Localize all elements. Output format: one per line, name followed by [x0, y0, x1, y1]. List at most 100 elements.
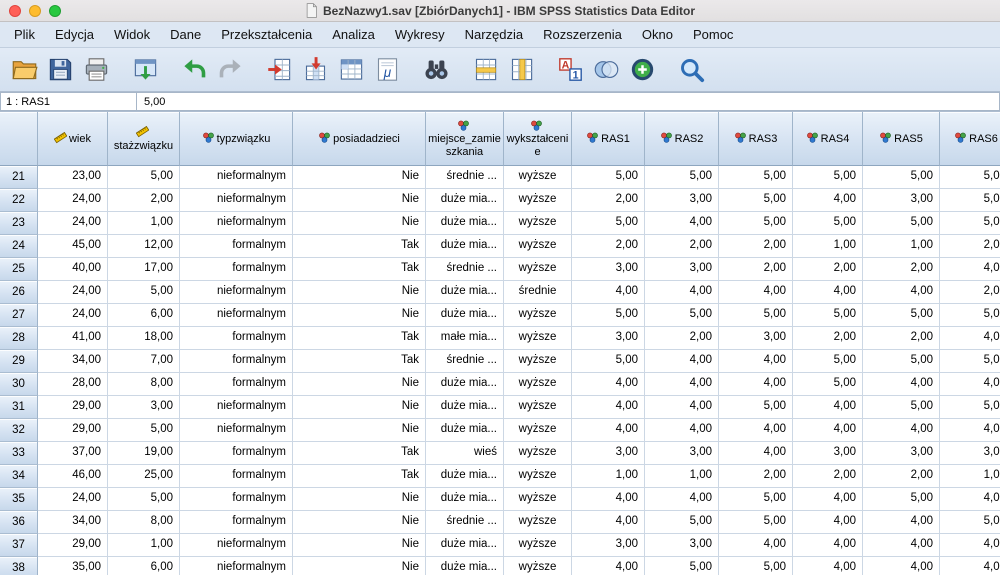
save-button[interactable]	[42, 52, 78, 88]
cell-ras2[interactable]: 4,00	[645, 212, 719, 235]
cell-ras2[interactable]: 4,00	[645, 396, 719, 419]
cell-ras6[interactable]: 4,00	[940, 534, 1000, 557]
row-number[interactable]: 22	[0, 189, 38, 212]
cell-ras4[interactable]: 1,00	[793, 235, 863, 258]
menu-przeksztacenia[interactable]: Przekształcenia	[211, 22, 322, 47]
menu-wykresy[interactable]: Wykresy	[385, 22, 455, 47]
column-header-miejsce_zamieszkania[interactable]: miejsce_zamieszkania	[426, 112, 504, 166]
cell-ras3[interactable]: 5,00	[719, 557, 793, 575]
menu-widok[interactable]: Widok	[104, 22, 160, 47]
cell-ras6[interactable]: 1,00	[940, 465, 1000, 488]
insert-cases-button[interactable]	[467, 52, 503, 88]
cell-typzwiazku[interactable]: formalnym	[180, 373, 293, 396]
cell-stazzwiazku[interactable]: 5,00	[108, 419, 180, 442]
menu-narzedzia[interactable]: Narzędzia	[455, 22, 534, 47]
cell-stazzwiazku[interactable]: 5,00	[108, 166, 180, 189]
cell-ras3[interactable]: 5,00	[719, 488, 793, 511]
row-number[interactable]: 31	[0, 396, 38, 419]
column-header-ras1[interactable]: RAS1	[572, 112, 645, 166]
cell-miejsce_zamieszkania[interactable]: duże mia...	[426, 235, 504, 258]
cell-ras4[interactable]: 4,00	[793, 511, 863, 534]
cell-typzwiazku[interactable]: formalnym	[180, 235, 293, 258]
cell-ras6[interactable]: 3,00	[940, 442, 1000, 465]
maximize-button[interactable]	[49, 4, 61, 17]
cell-posiadadzieci[interactable]: Tak	[293, 465, 426, 488]
cell-ras1[interactable]: 4,00	[572, 557, 645, 575]
cell-ras1[interactable]: 2,00	[572, 235, 645, 258]
row-number[interactable]: 30	[0, 373, 38, 396]
cell-ras1[interactable]: 1,00	[572, 465, 645, 488]
cell-ras2[interactable]: 3,00	[645, 189, 719, 212]
cell-wiek[interactable]: 24,00	[38, 281, 108, 304]
cell-wyksztalcenie[interactable]: wyższe	[504, 419, 572, 442]
cell-ras6[interactable]: 5,00	[940, 166, 1000, 189]
cell-typzwiazku[interactable]: nieformalnym	[180, 396, 293, 419]
cell-ras1[interactable]: 3,00	[572, 534, 645, 557]
cell-ras6[interactable]: 5,00	[940, 212, 1000, 235]
cell-miejsce_zamieszkania[interactable]: duże mia...	[426, 189, 504, 212]
row-number[interactable]: 35	[0, 488, 38, 511]
cell-ras5[interactable]: 2,00	[863, 465, 940, 488]
cell-typzwiazku[interactable]: formalnym	[180, 442, 293, 465]
cell-ras1[interactable]: 4,00	[572, 396, 645, 419]
cell-ras6[interactable]: 4,00	[940, 419, 1000, 442]
cell-ras3[interactable]: 3,00	[719, 327, 793, 350]
cell-ras1[interactable]: 3,00	[572, 327, 645, 350]
cell-ras5[interactable]: 4,00	[863, 419, 940, 442]
close-button[interactable]	[9, 4, 21, 17]
cell-typzwiazku[interactable]: nieformalnym	[180, 281, 293, 304]
cell-ras3[interactable]: 4,00	[719, 373, 793, 396]
cell-ras6[interactable]: 4,00	[940, 557, 1000, 575]
cell-ras1[interactable]: 4,00	[572, 281, 645, 304]
cell-typzwiazku[interactable]: formalnym	[180, 465, 293, 488]
column-header-ras5[interactable]: RAS5	[863, 112, 940, 166]
cell-stazzwiazku[interactable]: 8,00	[108, 511, 180, 534]
cell-ras6[interactable]: 4,00	[940, 488, 1000, 511]
column-header-posiadadzieci[interactable]: posiadadzieci	[293, 112, 426, 166]
column-header-typzwiazku[interactable]: typzwiązku	[180, 112, 293, 166]
cell-stazzwiazku[interactable]: 17,00	[108, 258, 180, 281]
cell-ras4[interactable]: 4,00	[793, 557, 863, 575]
cell-wiek[interactable]: 34,00	[38, 511, 108, 534]
column-header-ras3[interactable]: RAS3	[719, 112, 793, 166]
cell-ras6[interactable]: 5,00	[940, 350, 1000, 373]
cell-ras3[interactable]: 4,00	[719, 442, 793, 465]
cell-wyksztalcenie[interactable]: wyższe	[504, 350, 572, 373]
cell-wiek[interactable]: 29,00	[38, 396, 108, 419]
cell-posiadadzieci[interactable]: Tak	[293, 442, 426, 465]
cell-ras5[interactable]: 2,00	[863, 327, 940, 350]
cell-posiadadzieci[interactable]: Nie	[293, 396, 426, 419]
cell-typzwiazku[interactable]: nieformalnym	[180, 166, 293, 189]
row-number[interactable]: 37	[0, 534, 38, 557]
row-number[interactable]: 27	[0, 304, 38, 327]
cell-ras5[interactable]: 4,00	[863, 373, 940, 396]
column-header-ras4[interactable]: RAS4	[793, 112, 863, 166]
cell-ras3[interactable]: 5,00	[719, 166, 793, 189]
cell-stazzwiazku[interactable]: 8,00	[108, 373, 180, 396]
cell-typzwiazku[interactable]: nieformalnym	[180, 557, 293, 575]
cell-ras4[interactable]: 4,00	[793, 281, 863, 304]
cell-ras5[interactable]: 2,00	[863, 258, 940, 281]
cell-ras2[interactable]: 5,00	[645, 557, 719, 575]
cell-miejsce_zamieszkania[interactable]: duże mia...	[426, 534, 504, 557]
open-data-button[interactable]	[6, 52, 42, 88]
cell-ras6[interactable]: 5,00	[940, 189, 1000, 212]
cell-wyksztalcenie[interactable]: wyższe	[504, 327, 572, 350]
column-header-ras6[interactable]: RAS6	[940, 112, 1000, 166]
cell-miejsce_zamieszkania[interactable]: średnie ...	[426, 350, 504, 373]
cell-ras5[interactable]: 1,00	[863, 235, 940, 258]
cell-typzwiazku[interactable]: nieformalnym	[180, 212, 293, 235]
cell-ras2[interactable]: 4,00	[645, 350, 719, 373]
cell-ras4[interactable]: 2,00	[793, 465, 863, 488]
cell-ras1[interactable]: 5,00	[572, 166, 645, 189]
row-number[interactable]: 29	[0, 350, 38, 373]
descriptive-statistics-button[interactable]	[369, 52, 405, 88]
cell-ras2[interactable]: 1,00	[645, 465, 719, 488]
cell-stazzwiazku[interactable]: 12,00	[108, 235, 180, 258]
cell-ras3[interactable]: 2,00	[719, 235, 793, 258]
cell-ras5[interactable]: 5,00	[863, 350, 940, 373]
cell-ras4[interactable]: 3,00	[793, 442, 863, 465]
row-number[interactable]: 32	[0, 419, 38, 442]
cell-ras1[interactable]: 3,00	[572, 258, 645, 281]
cell-stazzwiazku[interactable]: 1,00	[108, 534, 180, 557]
